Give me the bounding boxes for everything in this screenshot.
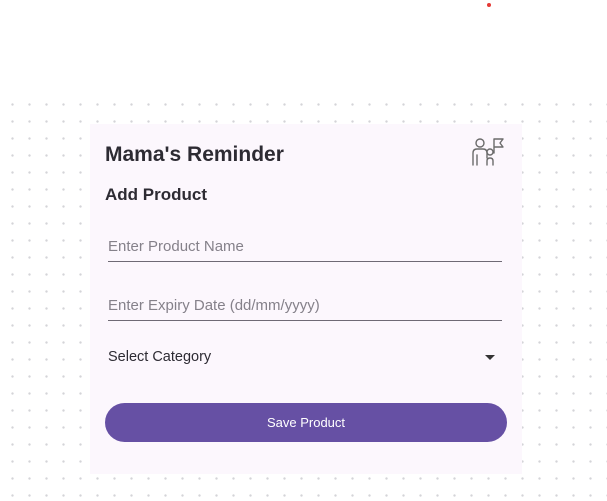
category-select-label: Select Category xyxy=(108,349,212,365)
expiry-date-input[interactable] xyxy=(108,291,502,321)
dropdown-arrow-icon xyxy=(485,354,495,360)
category-select[interactable]: Select Category xyxy=(108,344,502,370)
product-name-input[interactable] xyxy=(108,232,502,262)
red-marker-dot xyxy=(487,3,491,7)
add-product-card: Mama's Reminder Add Product Select Categ… xyxy=(90,124,522,474)
family-icon xyxy=(472,138,504,166)
save-product-button[interactable]: Save Product xyxy=(105,403,507,442)
section-title: Add Product xyxy=(105,185,207,204)
app-title: Mama's Reminder xyxy=(105,143,284,166)
